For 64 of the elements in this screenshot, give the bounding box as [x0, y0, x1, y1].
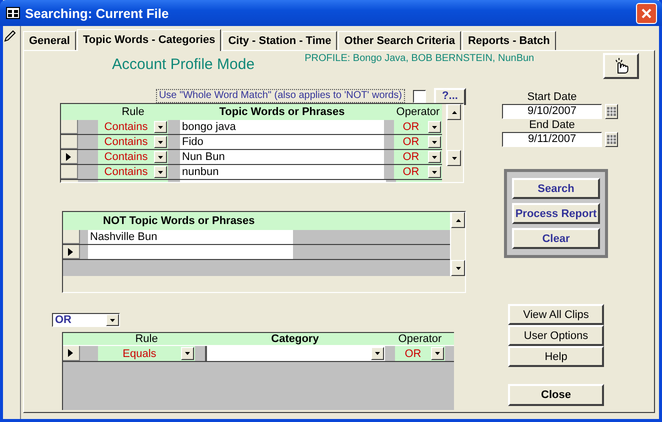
- record-selector[interactable]: [63, 346, 80, 361]
- column-header: Category: [270, 333, 320, 345]
- phrase-field[interactable]: nunbun: [180, 165, 384, 179]
- date-label: Start Date: [526, 91, 578, 104]
- scrollbar[interactable]: [450, 212, 465, 276]
- operator-dropdown[interactable]: OR: [394, 150, 442, 164]
- operator-dropdown[interactable]: OR: [395, 346, 445, 361]
- action-button[interactable]: Clear: [512, 228, 600, 249]
- operator-dropdown[interactable]: OR: [52, 313, 120, 327]
- column-header: Rule: [120, 105, 146, 120]
- date-field[interactable]: 9/10/2007: [502, 104, 602, 119]
- form-icon: [6, 7, 20, 19]
- phrase-field[interactable]: Fido: [180, 135, 384, 149]
- calendar-icon: [607, 135, 616, 144]
- close-icon: [641, 8, 652, 18]
- scroll-down-button[interactable]: [451, 260, 465, 276]
- scrollbar[interactable]: [446, 104, 461, 166]
- pointer-button[interactable]: [603, 53, 639, 79]
- calendar-button[interactable]: [605, 132, 618, 147]
- record-selector[interactable]: [63, 245, 80, 259]
- phrase-field[interactable]: Nashville Bun: [88, 230, 293, 244]
- rule-dropdown[interactable]: Contains: [98, 120, 168, 134]
- close-form-button[interactable]: Close: [508, 384, 604, 406]
- date-field[interactable]: 9/11/2007: [502, 132, 602, 147]
- column-header: Topic Words or Phrases: [218, 105, 346, 120]
- mode-title: Account Profile Mode: [112, 56, 255, 73]
- option-button[interactable]: User Options: [508, 325, 604, 346]
- scroll-up-button[interactable]: [447, 104, 461, 120]
- tab[interactable]: City - Station - Time: [222, 31, 338, 50]
- scroll-up-button[interactable]: [451, 212, 465, 228]
- phrase-field[interactable]: bongo java: [180, 120, 384, 134]
- profile-text: PROFILE: Bongo Java, BOB BERNSTEIN, NunBun: [304, 53, 534, 64]
- pencil-icon: [3, 29, 17, 43]
- operator-dropdown[interactable]: OR: [394, 135, 442, 149]
- checkbox[interactable]: [413, 90, 426, 102]
- tab[interactable]: Topic Words - Categories: [76, 29, 222, 51]
- calendar-icon: [607, 107, 616, 116]
- action-button[interactable]: Process Report: [512, 203, 600, 224]
- tab[interactable]: Other Search Criteria: [338, 31, 461, 50]
- column-header: Operator: [397, 333, 443, 345]
- help-button[interactable]: ?...: [434, 88, 466, 104]
- calendar-button[interactable]: [605, 104, 618, 119]
- record-selector[interactable]: [61, 150, 78, 164]
- tab[interactable]: Reports - Batch: [462, 31, 556, 50]
- close-button[interactable]: [636, 2, 657, 24]
- category-dropdown[interactable]: [205, 346, 385, 361]
- column-header: NOT Topic Words or Phrases: [63, 212, 450, 230]
- action-button[interactable]: Search: [512, 178, 600, 199]
- date-label: End Date: [528, 119, 576, 132]
- phrase-field[interactable]: Nun Bun: [180, 150, 384, 164]
- rule-dropdown[interactable]: Equals: [98, 346, 195, 361]
- operator-dropdown[interactable]: OR: [394, 165, 442, 179]
- window-title: Searching: Current File: [25, 6, 170, 20]
- column-header: Operator: [395, 105, 441, 120]
- scroll-down-button[interactable]: [447, 150, 461, 166]
- option-button[interactable]: Help: [508, 346, 604, 367]
- rule-dropdown[interactable]: Contains: [98, 150, 168, 164]
- operator-dropdown[interactable]: OR: [394, 120, 442, 134]
- column-header: Rule: [134, 333, 159, 345]
- rule-dropdown[interactable]: Contains: [98, 135, 168, 149]
- phrase-field[interactable]: [88, 245, 293, 259]
- tab[interactable]: General: [23, 31, 76, 50]
- rule-dropdown[interactable]: Contains: [98, 165, 168, 179]
- option-button[interactable]: View All Clips: [508, 304, 604, 325]
